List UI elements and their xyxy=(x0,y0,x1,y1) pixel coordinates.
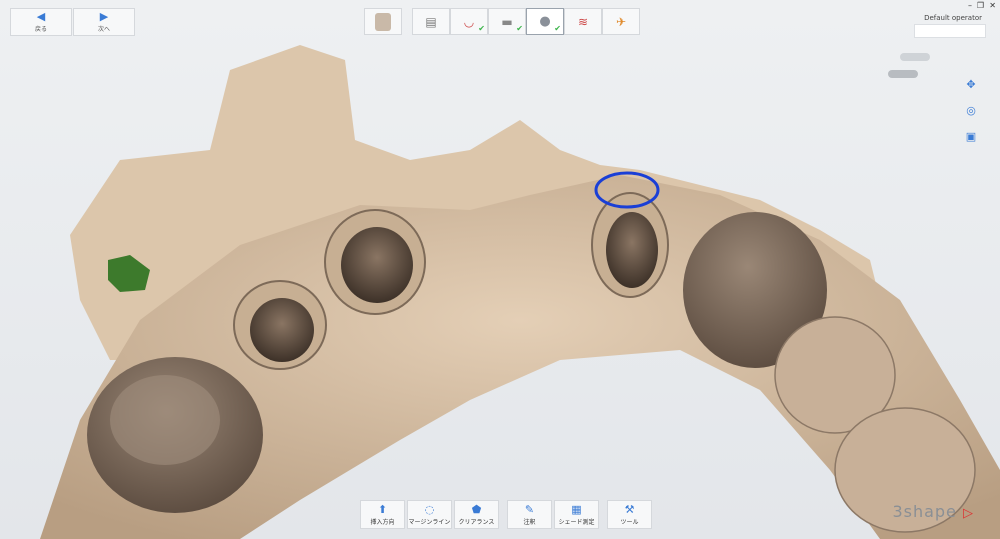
prep-tooth-2 xyxy=(341,227,413,303)
scan-viewport[interactable] xyxy=(0,0,1000,539)
prep-tooth-3 xyxy=(606,212,658,288)
brand-logo: 3shape ▷ xyxy=(892,502,974,521)
tool-icon: ⚒ xyxy=(624,502,635,516)
clearance-icon: ⬟ xyxy=(471,502,482,516)
tool-button[interactable]: ⚒ ツール xyxy=(607,500,652,529)
annotation-icon: ✎ xyxy=(524,502,535,516)
shade-icon: ▦ xyxy=(571,502,582,516)
margin-line-button[interactable]: ◌ マージンライン xyxy=(407,500,452,529)
annotation-label: 注釈 xyxy=(523,518,536,526)
shade-button[interactable]: ▦ シェード測定 xyxy=(554,500,599,529)
tool-label: ツール xyxy=(620,518,639,526)
insertion-label: 挿入方向 xyxy=(370,518,395,526)
insertion-direction-button[interactable]: ⬆ 挿入方向 xyxy=(360,500,405,529)
shade-label: シェード測定 xyxy=(558,518,595,526)
margin-line-icon: ◌ xyxy=(424,502,435,516)
prep-tooth-1 xyxy=(250,298,314,362)
insertion-icon: ⬆ xyxy=(377,502,388,516)
clearance-button[interactable]: ⬟ クリアランス xyxy=(454,500,499,529)
brand-triangle-icon: ▷ xyxy=(963,506,974,521)
clearance-label: クリアランス xyxy=(458,518,495,526)
annotation-button[interactable]: ✎ 注釈 xyxy=(507,500,552,529)
brand-name: 3shape xyxy=(892,502,957,521)
margin-line-label: マージンライン xyxy=(408,518,451,526)
bottom-toolbar: ⬆ 挿入方向 ◌ マージンライン ⬟ クリアランス ✎ 注釈 ▦ シェード測定 … xyxy=(360,500,652,529)
